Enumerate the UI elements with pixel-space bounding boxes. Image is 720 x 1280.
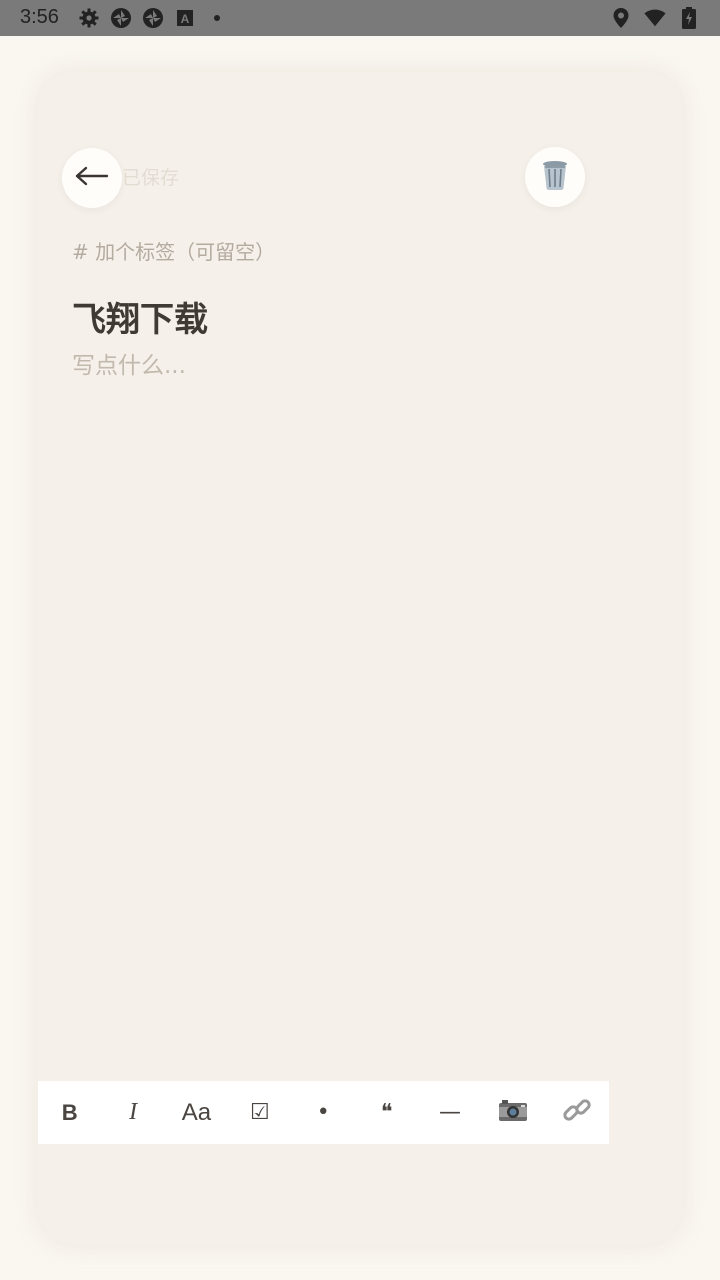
save-status-label: 已保存	[122, 167, 180, 189]
italic-button[interactable]: I	[101, 1081, 164, 1144]
aperture-icon	[142, 7, 164, 29]
quote-button[interactable]: ❝	[355, 1081, 418, 1144]
gear-icon	[78, 7, 100, 29]
svg-text:A: A	[181, 12, 190, 26]
wifi-icon	[644, 7, 666, 29]
dot-icon	[206, 7, 228, 29]
insert-image-button[interactable]	[482, 1081, 545, 1144]
status-notification-icons: A	[78, 7, 228, 29]
back-button[interactable]	[62, 148, 122, 208]
aperture-icon	[110, 7, 132, 29]
format-toolbar: B I Aa ☑ • ❝ —	[38, 1081, 609, 1144]
tag-input[interactable]: # 加个标签（可留空）	[72, 236, 275, 265]
font-icon: A	[174, 7, 196, 29]
location-icon	[610, 7, 632, 29]
bullet-list-button[interactable]: •	[292, 1081, 355, 1144]
checkbox-button[interactable]: ☑	[228, 1081, 291, 1144]
trash-icon	[541, 159, 569, 195]
bold-button[interactable]: B	[38, 1081, 101, 1144]
link-icon	[562, 1095, 592, 1131]
battery-charging-icon	[678, 7, 700, 29]
back-arrow-icon	[75, 166, 109, 190]
text-size-button[interactable]: Aa	[165, 1081, 228, 1144]
status-bar: 3:56 A	[0, 0, 720, 36]
delete-button[interactable]	[525, 147, 585, 207]
note-body-input[interactable]: 写点什么...	[72, 346, 186, 380]
note-title-input[interactable]: 飞翔下载	[72, 292, 208, 341]
divider-button[interactable]: —	[418, 1081, 481, 1144]
insert-link-button[interactable]	[545, 1081, 608, 1144]
status-time: 3:56	[20, 6, 59, 28]
camera-icon	[498, 1098, 528, 1128]
status-system-icons	[610, 7, 700, 29]
